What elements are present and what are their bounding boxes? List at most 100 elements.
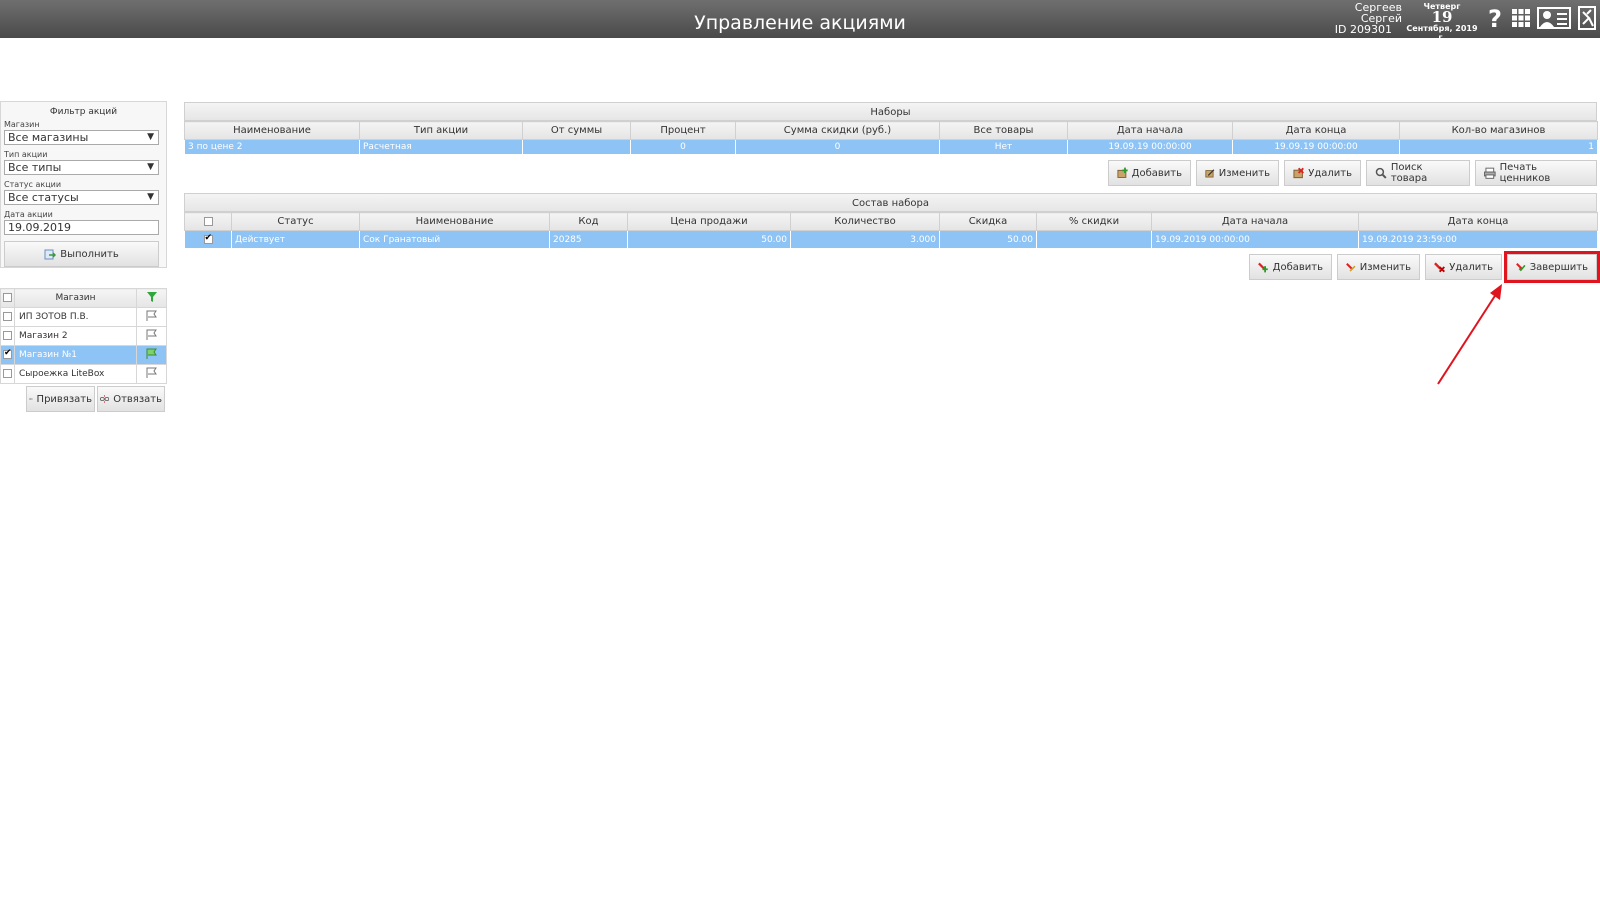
column-header[interactable]: Тип акции [359,121,523,140]
edit-set-button[interactable]: Изменить [1196,160,1279,186]
delete-set-button[interactable]: Удалить [1284,160,1361,186]
composition-title: Состав набора [184,193,1597,212]
edit-item-icon [1346,263,1356,272]
column-header[interactable]: Код [549,212,628,231]
item-start-date: 19.09.2019 00:00:00 [1151,230,1359,249]
finish-item-button[interactable]: Завершить [1504,251,1600,283]
month-year: Сентября, 2019 г. [1406,24,1478,42]
flag-icon[interactable] [136,345,167,365]
search-icon [1375,167,1387,179]
dropdown-arrow-icon: ▼ [147,162,154,172]
sets-title: Наборы [184,102,1597,121]
status-filter-label: Статус акции [4,180,62,189]
search-product-label: Поиск товара [1390,162,1428,184]
profile-card-icon[interactable] [1536,4,1572,32]
type-select[interactable]: Все типы ▼ [4,160,159,175]
status-select-value: Все статусы [8,191,79,204]
run-icon [44,249,57,260]
status-select[interactable]: Все статусы ▼ [4,190,159,205]
item-price: 50.00 [627,230,791,249]
item-name: Сок Гранатовый [359,230,550,249]
column-header[interactable]: % скидки [1036,212,1152,231]
search-product-button[interactable]: Поиск товара [1366,160,1470,186]
column-header[interactable]: Сумма скидки (руб.) [735,121,940,140]
sets-table: Наименование Тип акции От суммы Процент … [184,121,1598,155]
add-item-button[interactable]: Добавить [1249,254,1332,280]
edit-item-button[interactable]: Изменить [1337,254,1420,280]
column-header[interactable]: Дата начала [1151,212,1359,231]
delete-item-button[interactable]: Удалить [1425,254,1502,280]
set-store-count: 1 [1399,139,1598,155]
delete-item-label: Удалить [1449,261,1493,273]
row-checkbox[interactable] [3,369,12,378]
unbind-store-label: Отвязать [113,393,162,405]
flag-icon[interactable] [136,364,167,384]
type-filter-label: Тип акции [4,150,48,159]
app-header: Управление акциями Сергеев Сергей ID 209… [0,0,1600,42]
select-all-header[interactable] [184,212,232,231]
box-delete-icon [1293,167,1304,179]
help-icon[interactable]: ? [1484,4,1506,32]
select-all-checkbox[interactable] [203,216,213,226]
unbind-store-button[interactable]: Отвязать [97,386,165,412]
item-discount-percent [1036,230,1152,249]
add-item-label: Добавить [1272,261,1323,273]
date-filter-label: Дата акции [4,210,53,219]
row-checkbox[interactable] [3,348,12,359]
column-header[interactable]: Статус [231,212,360,231]
flag-icon[interactable] [136,307,167,327]
store-select[interactable]: Все магазины ▼ [4,130,159,145]
column-header[interactable]: Все товары [939,121,1068,140]
table-row[interactable]: ИП ЗОТОВ П.В. [0,307,167,327]
column-header[interactable]: Дата конца [1232,121,1400,140]
column-header[interactable]: Наименование [184,121,360,140]
set-from-sum [522,139,631,155]
dropdown-arrow-icon: ▼ [147,132,154,142]
column-header[interactable]: Процент [630,121,736,140]
column-header[interactable]: Количество [790,212,940,231]
stores-filter-column[interactable] [136,288,167,308]
filter-funnel-icon[interactable] [146,291,158,303]
row-checkbox[interactable] [3,312,12,321]
table-row[interactable]: Действует Сок Гранатовый 20285 50.00 3.0… [184,230,1598,249]
stores-header: Магазин [14,288,137,308]
row-checkbox[interactable] [203,233,213,244]
delete-item-icon [1434,262,1445,273]
finish-item-label: Завершить [1529,261,1588,273]
set-start-date: 19.09.19 00:00:00 [1067,139,1233,155]
item-end-date: 19.09.2019 23:59:00 [1358,230,1598,249]
column-header[interactable]: Дата начала [1067,121,1233,140]
day-number: 19 [1431,8,1453,26]
column-header[interactable]: Кол-во магазинов [1399,121,1598,140]
date-display: Четверг 19 Сентября, 2019 г. [1402,2,1482,42]
edit-set-label: Изменить [1218,167,1270,179]
table-row[interactable]: Сыроежка LiteBox [0,364,167,384]
finish-item-icon [1516,263,1526,272]
column-header[interactable]: Скидка [939,212,1037,231]
column-header[interactable]: От суммы [522,121,631,140]
print-labels-button[interactable]: Печать ценников [1475,160,1597,186]
grid-menu-icon[interactable] [1510,4,1532,32]
user-id: ID 209301 [1334,23,1392,36]
user-info[interactable]: Сергеев Сергей ID 209301 [1312,2,1402,35]
table-row[interactable]: Магазин 2 [0,326,167,346]
table-row[interactable]: 3 по цене 2 Расчетная 0 0 Нет 19.09.19 0… [184,139,1598,155]
column-header[interactable]: Наименование [359,212,550,231]
run-button[interactable]: Выполнить [4,241,159,267]
composition-panel: Состав набора Статус Наименование Код Це… [184,193,1600,283]
item-quantity: 3.000 [790,230,940,249]
flag-icon[interactable] [136,326,167,346]
column-header[interactable]: Цена продажи [627,212,791,231]
set-all-goods: Нет [939,139,1068,155]
column-header[interactable]: Дата конца [1358,212,1598,231]
filter-title: Фильтр акций [49,107,118,117]
exit-icon[interactable] [1576,4,1598,32]
table-row[interactable]: Магазин №1 [0,345,167,365]
bind-store-button[interactable]: Привязать [26,386,95,412]
row-checkbox[interactable] [3,331,12,340]
select-all-checkbox[interactable] [3,293,12,302]
stores-select-all[interactable] [0,288,15,308]
date-input[interactable]: 19.09.2019 [4,220,159,235]
bind-store-label: Привязать [36,393,92,405]
add-set-button[interactable]: Добавить [1108,160,1191,186]
